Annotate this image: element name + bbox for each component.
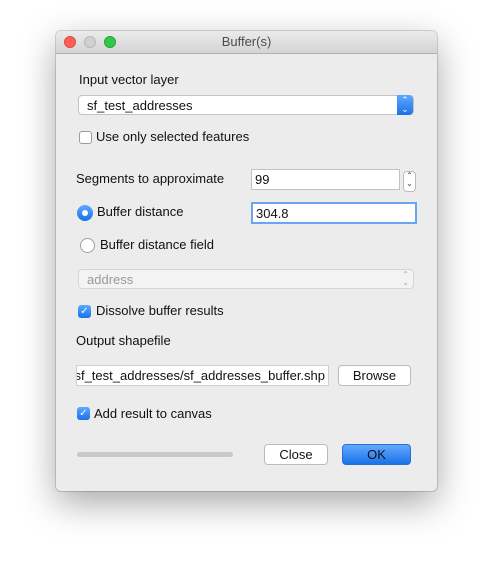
buffer-field-radio[interactable] <box>80 238 95 253</box>
input-layer-value: sf_test_addresses <box>87 98 193 113</box>
segments-label: Segments to approximate <box>76 171 225 186</box>
output-path-input[interactable]: sf_test_addresses/sf_addresses_buffer.sh… <box>76 365 329 386</box>
close-window-button[interactable] <box>64 36 76 48</box>
input-layer-label: Input vector layer <box>79 72 179 87</box>
buffer-dialog: Buffer(s) Input vector layer sf_test_add… <box>56 31 437 491</box>
use-selected-label: Use only selected features <box>96 129 250 144</box>
buffer-distance-label: Buffer distance <box>97 204 184 219</box>
minimize-window-button[interactable] <box>84 36 96 48</box>
buffer-field-label: Buffer distance field <box>100 237 214 252</box>
zoom-window-button[interactable] <box>104 36 116 48</box>
ok-button[interactable]: OK <box>342 444 411 465</box>
add-canvas-label: Add result to canvas <box>94 406 212 421</box>
buffer-distance-input[interactable]: 304.8 <box>251 202 417 224</box>
input-layer-combo[interactable]: sf_test_addresses ⌃ ⌄ <box>78 95 414 115</box>
use-selected-checkbox[interactable] <box>79 131 92 144</box>
buffer-field-combo[interactable]: address ⌃ ⌄ <box>78 269 414 289</box>
segments-input[interactable]: 99 <box>251 169 400 190</box>
dissolve-label: Dissolve buffer results <box>96 303 224 318</box>
chevron-updown-icon: ⌃ ⌄ <box>397 95 413 115</box>
progress-bar <box>77 452 233 457</box>
browse-button[interactable]: Browse <box>338 365 411 386</box>
segments-stepper[interactable]: ⌃ ⌄ <box>403 171 416 192</box>
chevron-updown-icon: ⌃ ⌄ <box>402 270 409 287</box>
title-bar: Buffer(s) <box>56 31 437 54</box>
output-path-value: sf_test_addresses/sf_addresses_buffer.sh… <box>76 368 325 383</box>
window-title: Buffer(s) <box>221 34 272 49</box>
output-label: Output shapefile <box>76 333 171 348</box>
buffer-distance-radio[interactable] <box>77 205 93 221</box>
dissolve-checkbox[interactable]: ✓ <box>78 305 91 318</box>
close-button[interactable]: Close <box>264 444 328 465</box>
add-canvas-checkbox[interactable]: ✓ <box>77 407 90 420</box>
buffer-field-value: address <box>87 272 134 287</box>
